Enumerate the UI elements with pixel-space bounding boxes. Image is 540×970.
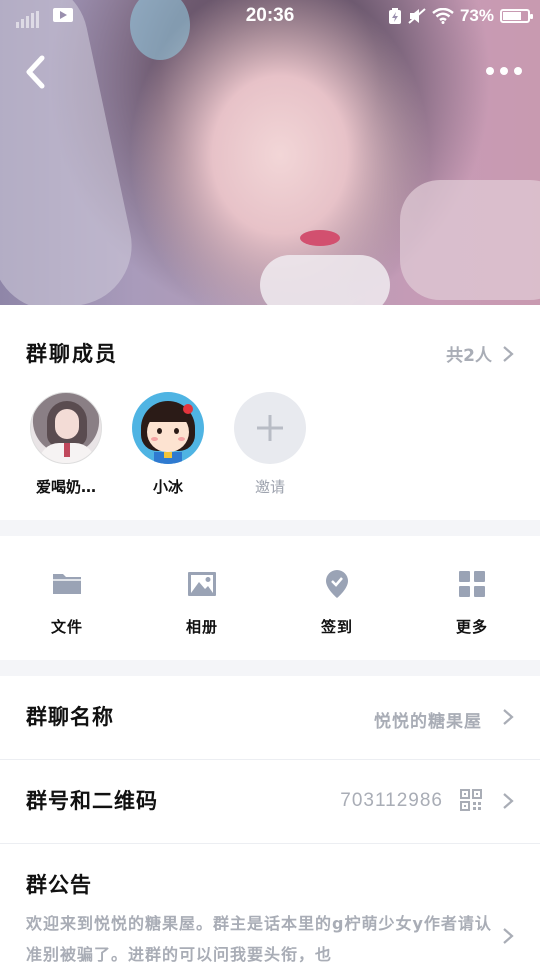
checkin-pin-icon bbox=[326, 570, 348, 598]
group-cover-image[interactable]: 20:36 73% bbox=[0, 0, 540, 305]
avatar-eye bbox=[157, 428, 162, 434]
invite-label: 邀请 bbox=[254, 478, 285, 496]
avatar bbox=[30, 392, 102, 464]
group-name-label: 群聊名称 bbox=[26, 705, 114, 729]
members-title: 群聊成员 bbox=[26, 342, 118, 366]
avatar-bow bbox=[183, 404, 193, 414]
checkin-button[interactable]: 签到 bbox=[297, 568, 377, 637]
cover-shape bbox=[260, 255, 390, 305]
avatar-face bbox=[55, 409, 79, 439]
plus-icon bbox=[257, 415, 283, 441]
tool-label: 相册 bbox=[185, 618, 218, 636]
members-count-link[interactable]: 共2人 bbox=[446, 341, 514, 366]
more-button[interactable]: 更多 bbox=[432, 568, 512, 637]
more-dots-icon[interactable] bbox=[486, 64, 522, 78]
dot bbox=[514, 67, 522, 75]
invite-button[interactable]: 邀请 bbox=[233, 392, 307, 497]
tool-label: 更多 bbox=[455, 618, 488, 636]
battery-percent: 73% bbox=[459, 6, 494, 25]
tool-label: 文件 bbox=[50, 618, 83, 636]
battery-icon bbox=[500, 9, 533, 23]
image-icon bbox=[188, 572, 216, 596]
cover-shape bbox=[400, 180, 540, 300]
members-count: 共2人 bbox=[446, 346, 492, 366]
chevron-left-icon[interactable] bbox=[22, 52, 52, 92]
section-gap bbox=[0, 520, 540, 536]
section-gap bbox=[0, 660, 540, 676]
qr-code-icon bbox=[460, 789, 482, 811]
member-name: 小冰 bbox=[152, 478, 183, 496]
member-item[interactable]: 爱喝奶… bbox=[29, 392, 103, 497]
dot bbox=[500, 67, 508, 75]
avatar-blush bbox=[178, 437, 185, 441]
group-notice-text: 欢迎来到悦悦的糖果屋。群主是话本里的g柠萌少女y作者请认准别被骗了。进群的可以问… bbox=[26, 914, 492, 964]
folder-icon bbox=[53, 574, 81, 594]
dot bbox=[486, 67, 494, 75]
wifi-icon bbox=[432, 8, 454, 24]
chevron-right-icon bbox=[503, 928, 514, 944]
group-name-row[interactable]: 群聊名称 悦悦的糖果屋 bbox=[0, 676, 540, 759]
group-number-value: 703112986 bbox=[340, 790, 443, 811]
cover-shape bbox=[0, 0, 143, 305]
group-notice-label: 群公告 bbox=[26, 873, 92, 897]
battery-fill bbox=[503, 12, 521, 20]
avatar-blush bbox=[151, 437, 158, 441]
mute-icon bbox=[408, 8, 426, 24]
cover-shape bbox=[300, 230, 340, 246]
files-button[interactable]: 文件 bbox=[27, 568, 107, 637]
avatar-eye bbox=[174, 428, 179, 434]
album-button[interactable]: 相册 bbox=[162, 568, 242, 637]
member-name: 爱喝奶… bbox=[35, 478, 96, 496]
group-number-row[interactable]: 群号和二维码 703112986 bbox=[0, 760, 540, 843]
tool-label: 签到 bbox=[320, 618, 353, 636]
group-number-label: 群号和二维码 bbox=[26, 789, 158, 813]
grid-icon bbox=[459, 571, 485, 597]
avatar-tie bbox=[64, 443, 70, 457]
chevron-right-icon bbox=[503, 793, 514, 809]
avatar bbox=[132, 392, 204, 464]
status-bar: 20:36 73% bbox=[0, 0, 540, 34]
chevron-right-icon bbox=[503, 345, 514, 362]
avatar-bow-tie bbox=[164, 452, 172, 458]
add-member-icon bbox=[234, 392, 306, 464]
battery-charging-icon bbox=[388, 8, 401, 24]
chevron-right-icon bbox=[503, 709, 514, 725]
group-name-value: 悦悦的糖果屋 bbox=[374, 712, 482, 732]
member-item[interactable]: 小冰 bbox=[131, 392, 205, 497]
